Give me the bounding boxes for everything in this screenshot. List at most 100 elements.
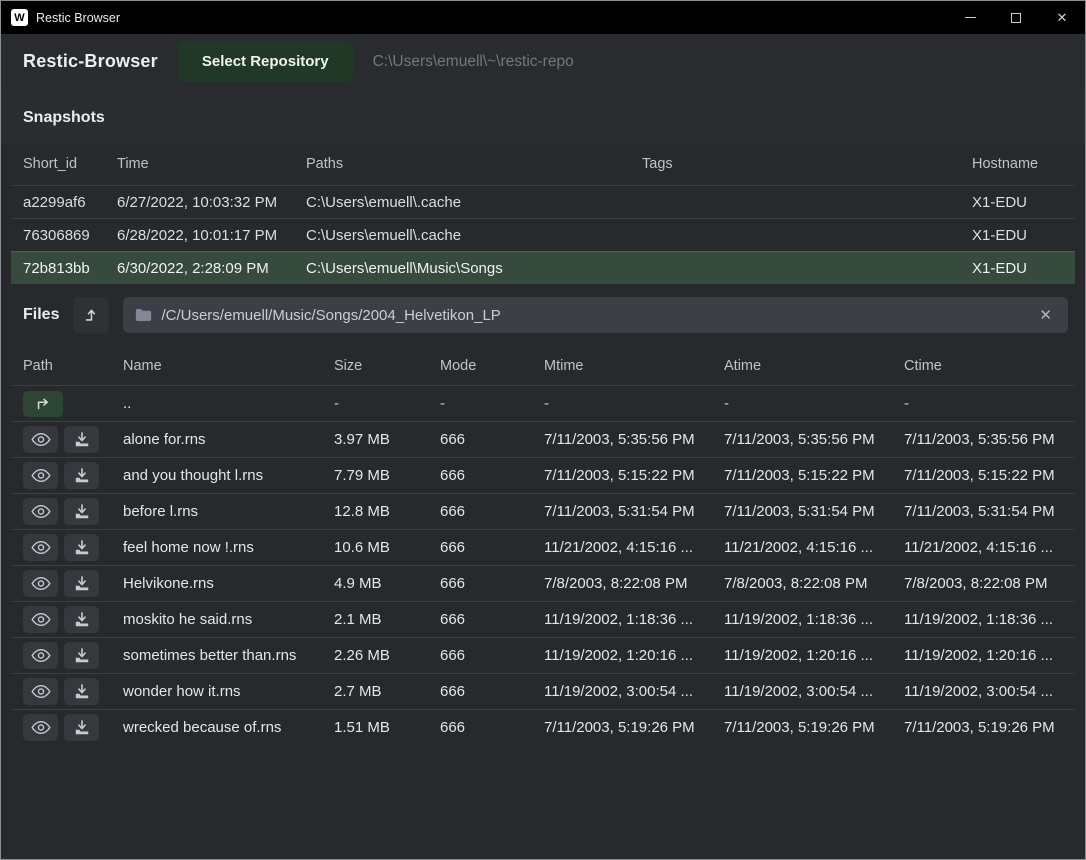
app-window: W Restic Browser ✕ Restic-Browser Select… [0, 0, 1086, 860]
preview-file-button[interactable] [23, 678, 58, 705]
preview-file-button[interactable] [23, 426, 58, 453]
clear-path-icon[interactable]: ✕ [1035, 306, 1056, 324]
file-name: sometimes better than.rns [111, 647, 322, 664]
header: Restic-Browser Select Repository C:\User… [1, 34, 1085, 89]
file-name: moskito he said.rns [111, 611, 322, 628]
file-atime: 11/19/2002, 3:00:54 ... [712, 683, 892, 700]
col-short-id: Short_id [11, 156, 105, 172]
eye-icon [31, 684, 51, 699]
download-file-button[interactable] [64, 570, 99, 597]
file-size: 10.6 MB [322, 539, 428, 556]
eye-icon [31, 648, 51, 663]
download-file-button[interactable] [64, 534, 99, 561]
snapshot-row-selected[interactable]: 72b813bb 6/30/2022, 2:28:09 PM C:\Users\… [11, 251, 1075, 284]
snapshot-short-id: 72b813bb [11, 260, 105, 277]
download-icon [74, 468, 90, 484]
file-ctime: 7/11/2003, 5:35:56 PM [892, 431, 1075, 448]
preview-file-button[interactable] [23, 642, 58, 669]
file-size: 7.79 MB [322, 467, 428, 484]
file-row: and you thought l.rns 7.79 MB 666 7/11/2… [11, 457, 1075, 493]
snapshots-section-title: Snapshots [1, 89, 1085, 143]
file-name: alone for.rns [111, 431, 322, 448]
files-path-input[interactable]: /C/Users/emuell/Music/Songs/2004_Helveti… [123, 297, 1068, 333]
download-file-button[interactable] [64, 678, 99, 705]
maximize-button[interactable] [993, 1, 1039, 34]
file-name: .. [111, 395, 322, 412]
file-row: wrecked because of.rns 1.51 MB 666 7/11/… [11, 709, 1075, 745]
app-name: Restic-Browser [23, 51, 158, 72]
file-atime: 11/19/2002, 1:18:36 ... [712, 611, 892, 628]
close-button[interactable]: ✕ [1039, 1, 1085, 34]
file-atime: 7/8/2003, 8:22:08 PM [712, 575, 892, 592]
file-name: wonder how it.rns [111, 683, 322, 700]
window-title: Restic Browser [36, 11, 120, 25]
file-row: before l.rns 12.8 MB 666 7/11/2003, 5:31… [11, 493, 1075, 529]
file-mode: 666 [428, 575, 532, 592]
file-name: before l.rns [111, 503, 322, 520]
level-up-button[interactable] [73, 297, 109, 333]
file-size: - [322, 395, 428, 412]
go-parent-directory-button[interactable] [23, 391, 63, 417]
preview-file-button[interactable] [23, 534, 58, 561]
file-atime: - [712, 395, 892, 412]
col-size: Size [322, 358, 428, 374]
file-size: 1.51 MB [322, 719, 428, 736]
snapshot-paths: C:\Users\emuell\.cache [294, 194, 630, 211]
file-name: and you thought l.rns [111, 467, 322, 484]
download-file-button[interactable] [64, 462, 99, 489]
close-icon: ✕ [1057, 11, 1068, 24]
preview-file-button[interactable] [23, 570, 58, 597]
download-file-button[interactable] [64, 642, 99, 669]
snapshot-time: 6/30/2022, 2:28:09 PM [105, 260, 294, 277]
file-size: 3.97 MB [322, 431, 428, 448]
file-row: wonder how it.rns 2.7 MB 666 11/19/2002,… [11, 673, 1075, 709]
file-mode: 666 [428, 683, 532, 700]
file-mode: 666 [428, 467, 532, 484]
preview-file-button[interactable] [23, 462, 58, 489]
file-ctime: 7/8/2003, 8:22:08 PM [892, 575, 1075, 592]
preview-file-button[interactable] [23, 606, 58, 633]
snapshots-table-header: Short_id Time Paths Tags Hostname [11, 143, 1075, 185]
snapshot-row[interactable]: a2299af6 6/27/2022, 10:03:32 PM C:\Users… [11, 185, 1075, 218]
eye-icon [31, 432, 51, 447]
titlebar: W Restic Browser ✕ [1, 1, 1085, 34]
file-ctime: 7/11/2003, 5:31:54 PM [892, 503, 1075, 520]
file-mtime: 7/11/2003, 5:15:22 PM [532, 467, 712, 484]
file-mode: 666 [428, 503, 532, 520]
repository-path: C:\Users\emuell\~\restic-repo [373, 53, 574, 71]
files-table-header: Path Name Size Mode Mtime Atime Ctime [11, 347, 1075, 385]
minimize-button[interactable] [947, 1, 993, 34]
files-section-title: Files [23, 306, 59, 324]
select-repository-button[interactable]: Select Repository [178, 41, 353, 82]
snapshot-row[interactable]: 76306869 6/28/2022, 10:01:17 PM C:\Users… [11, 218, 1075, 251]
col-mtime: Mtime [532, 358, 712, 374]
file-atime: 7/11/2003, 5:19:26 PM [712, 719, 892, 736]
preview-file-button[interactable] [23, 714, 58, 741]
download-file-button[interactable] [64, 606, 99, 633]
file-ctime: 7/11/2003, 5:15:22 PM [892, 467, 1075, 484]
level-up-icon [82, 306, 100, 324]
col-time: Time [105, 156, 294, 172]
download-file-button[interactable] [64, 426, 99, 453]
download-file-button[interactable] [64, 498, 99, 525]
snapshot-time: 6/27/2022, 10:03:32 PM [105, 194, 294, 211]
files-toolbar: Files /C/Users/emuell/Music/Songs/2004_H… [1, 284, 1085, 347]
preview-file-button[interactable] [23, 498, 58, 525]
snapshot-hostname: X1-EDU [960, 227, 1075, 244]
file-row: moskito he said.rns 2.1 MB 666 11/19/200… [11, 601, 1075, 637]
file-mtime: 11/19/2002, 3:00:54 ... [532, 683, 712, 700]
snapshots-table: Short_id Time Paths Tags Hostname a2299a… [1, 143, 1085, 284]
eye-icon [31, 612, 51, 627]
download-file-button[interactable] [64, 714, 99, 741]
col-name: Name [111, 358, 322, 374]
file-name: feel home now !.rns [111, 539, 322, 556]
file-name: wrecked because of.rns [111, 719, 322, 736]
col-atime: Atime [712, 358, 892, 374]
files-rows: alone for.rns 3.97 MB 666 7/11/2003, 5:3… [11, 421, 1075, 745]
download-icon [74, 684, 90, 700]
empty-area [1, 745, 1085, 845]
file-mtime: 7/11/2003, 5:35:56 PM [532, 431, 712, 448]
snapshot-short-id: 76306869 [11, 227, 105, 244]
col-path: Path [11, 358, 111, 374]
file-ctime: 7/11/2003, 5:19:26 PM [892, 719, 1075, 736]
